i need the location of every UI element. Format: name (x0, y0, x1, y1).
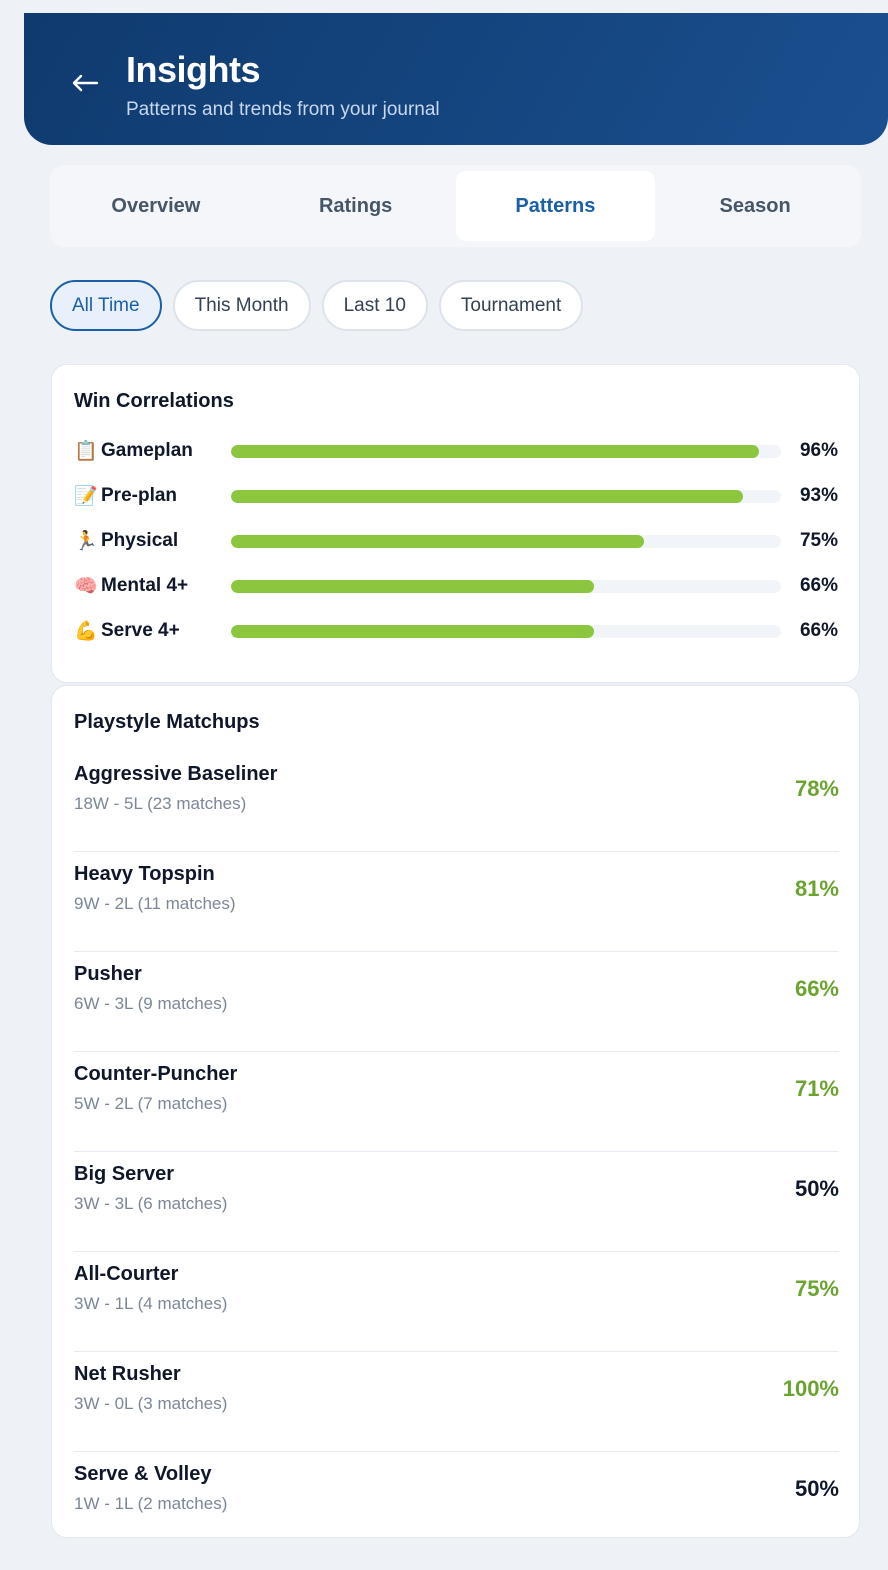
matchup-win-pct: 50% (794, 1176, 839, 1201)
matchup-win-pct: 71% (794, 1076, 839, 1101)
correlation-bar-track (231, 444, 781, 458)
matchup-win-pct: 75% (794, 1276, 839, 1301)
matchup-row[interactable]: Big Server 3W - 3L (6 matches) 50% (74, 1152, 839, 1252)
matchup-name: Heavy Topspin (74, 863, 215, 885)
correlation-label: Serve 4+ (101, 620, 180, 641)
matchup-name: Aggressive Baseliner (74, 763, 278, 785)
matchup-record: 3W - 3L (6 matches) (74, 1194, 228, 1213)
playstyle-matchups-card: Playstyle Matchups Aggressive Baseliner … (51, 685, 860, 1538)
correlation-label: Gameplan (101, 440, 193, 461)
filter-last-10[interactable]: Last 10 (321, 280, 428, 331)
correlation-value: 75% (799, 530, 838, 551)
back-button[interactable] (68, 66, 102, 100)
win-correlations-title: Win Correlations (74, 390, 234, 412)
correlation-bar-fill (231, 624, 594, 638)
correlation-label: Physical (101, 530, 179, 551)
flexed-bicep-icon: 💪 (74, 620, 98, 642)
matchup-name: Counter-Puncher (74, 1063, 238, 1085)
page-title: Insights (126, 49, 261, 90)
matchup-row[interactable]: Counter-Puncher 5W - 2L (7 matches) 71% (74, 1052, 839, 1152)
correlation-value: 66% (799, 620, 838, 641)
insights-header: Insights Patterns and trends from your j… (24, 13, 888, 145)
filter-this-month[interactable]: This Month (172, 280, 311, 331)
correlation-label: Mental 4+ (101, 575, 189, 596)
matchup-row[interactable]: Aggressive Baseliner 18W - 5L (23 matche… (74, 752, 839, 852)
matchup-row[interactable]: Pusher 6W - 3L (9 matches) 66% (74, 952, 839, 1052)
matchup-record: 9W - 2L (11 matches) (74, 894, 236, 913)
correlation-bar-fill (231, 444, 759, 458)
tab-overview[interactable]: Overview (56, 171, 256, 241)
tab-ratings[interactable]: Ratings (256, 171, 456, 241)
clipboard-icon: 📋 (74, 440, 98, 462)
matchup-win-pct: 81% (794, 876, 839, 901)
time-filter-chips: All Time This Month Last 10 Tournament (50, 280, 584, 331)
filter-tournament[interactable]: Tournament (438, 280, 584, 331)
matchup-record: 5W - 2L (7 matches) (74, 1094, 228, 1113)
matchup-row[interactable]: Heavy Topspin 9W - 2L (11 matches) 81% (74, 852, 839, 952)
matchup-name: Big Server (74, 1163, 175, 1185)
playstyle-matchups-title: Playstyle Matchups (74, 711, 260, 733)
tab-season[interactable]: Season (655, 171, 855, 241)
brain-icon: 🧠 (74, 575, 98, 597)
matchup-name: Serve & Volley (74, 1463, 212, 1485)
page-subtitle: Patterns and trends from your journal (126, 99, 440, 120)
correlation-bar-track (231, 489, 781, 503)
matchup-row[interactable]: Serve & Volley 1W - 1L (2 matches) 50% (74, 1452, 839, 1552)
matchup-record: 3W - 0L (3 matches) (74, 1394, 228, 1413)
correlation-bar-fill (231, 489, 743, 503)
correlation-row-mental: 🧠 Mental 4+ 66% (74, 571, 838, 601)
matchup-record: 6W - 3L (9 matches) (74, 994, 228, 1013)
correlation-value: 93% (799, 485, 838, 506)
win-correlations-card: Win Correlations 📋 Gameplan 96% 📝 Pre-pl… (51, 364, 860, 683)
correlation-bar-track (231, 579, 781, 593)
correlation-row-physical: 🏃 Physical 75% (74, 526, 838, 556)
correlation-bar-fill (231, 534, 644, 548)
back-arrow-icon (72, 74, 99, 92)
matchup-name: All-Courter (74, 1263, 179, 1285)
correlation-value: 66% (799, 575, 838, 596)
matchup-record: 18W - 5L (23 matches) (74, 794, 247, 813)
correlation-value: 96% (799, 440, 838, 461)
matchup-win-pct: 78% (794, 776, 839, 801)
tab-patterns[interactable]: Patterns (455, 171, 656, 241)
memo-icon: 📝 (74, 485, 98, 507)
matchup-name: Pusher (74, 963, 142, 985)
correlation-bar-track (231, 534, 781, 548)
correlation-row-gameplan: 📋 Gameplan 96% (74, 436, 838, 466)
matchup-win-pct: 66% (794, 976, 839, 1001)
matchup-record: 1W - 1L (2 matches) (74, 1494, 228, 1513)
filter-all-time[interactable]: All Time (50, 280, 162, 331)
matchup-win-pct: 100% (782, 1376, 839, 1401)
correlation-label: Pre-plan (101, 485, 178, 506)
correlation-bar-fill (231, 579, 594, 593)
correlation-row-pre-plan: 📝 Pre-plan 93% (74, 481, 838, 511)
insights-tabs: Overview Ratings Patterns Season (50, 165, 861, 247)
runner-icon: 🏃 (74, 530, 98, 552)
matchup-win-pct: 50% (794, 1476, 839, 1501)
matchup-row[interactable]: All-Courter 3W - 1L (4 matches) 75% (74, 1252, 839, 1352)
matchup-row[interactable]: Net Rusher 3W - 0L (3 matches) 100% (74, 1352, 839, 1452)
correlation-row-serve: 💪 Serve 4+ 66% (74, 616, 838, 646)
matchup-name: Net Rusher (74, 1363, 181, 1385)
correlation-bar-track (231, 624, 781, 638)
matchup-record: 3W - 1L (4 matches) (74, 1294, 228, 1313)
